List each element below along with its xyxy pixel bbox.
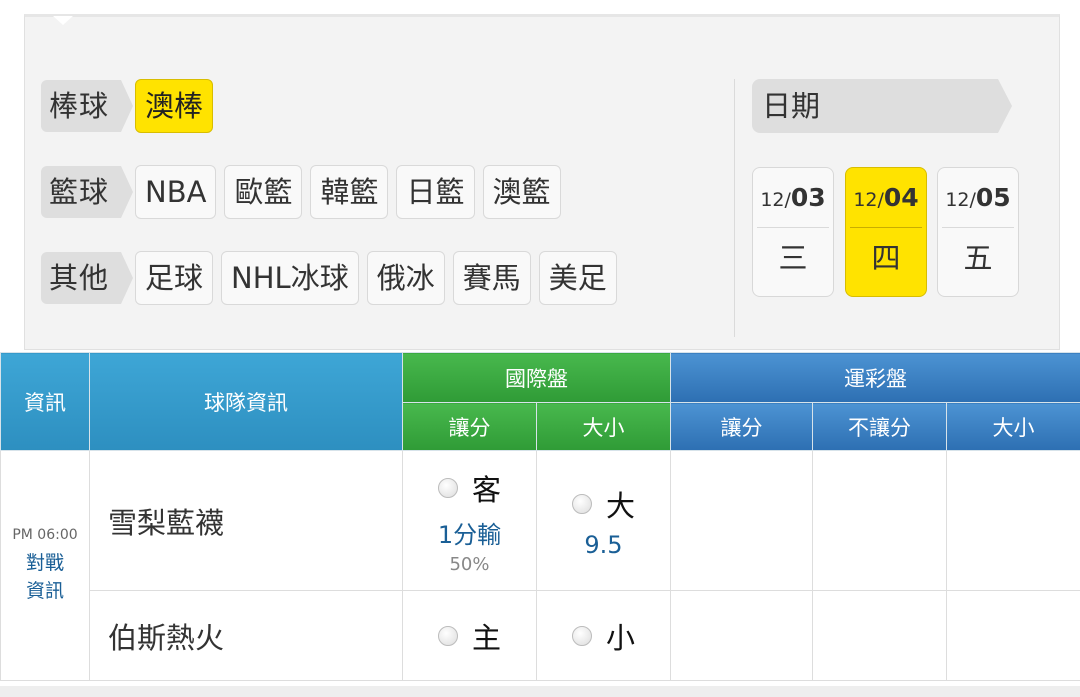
lottery-total-cell: [945, 450, 1080, 591]
date-button-1205[interactable]: 12/05 五: [937, 167, 1019, 297]
basketball-row: 籃球 NBA 歐籃 韓籃 日籃 澳籃: [41, 165, 569, 219]
matchup-link-line1: 對戰: [25, 551, 64, 574]
chip-korea-basketball[interactable]: 韓籃: [310, 165, 389, 219]
header-lottery-nospread: 不讓分: [812, 402, 947, 451]
header-team-info: 球隊資訊: [89, 352, 403, 451]
match-info-cell: PM 06:00 對戰 資訊: [0, 450, 90, 681]
spread-percentage: 50%: [449, 553, 490, 575]
intl-total-over-cell: 大 9.5: [536, 450, 671, 591]
radio-button[interactable]: [571, 625, 592, 646]
lottery-spread-cell: [670, 450, 813, 591]
chip-soccer[interactable]: 足球: [135, 251, 214, 305]
baseball-row: 棒球 澳棒: [41, 79, 221, 133]
total-line: 9.5: [584, 530, 623, 559]
header-intl-spread: 讓分: [402, 402, 537, 451]
date-text: 12/03: [757, 168, 829, 228]
weekday-label: 五: [963, 241, 993, 275]
other-row: 其他 足球 NHL冰球 俄冰 賽馬 美足: [41, 251, 625, 305]
lottery-total-cell: [945, 590, 1080, 681]
under-label: 小: [605, 620, 635, 655]
intl-spread-home-cell: 主: [402, 590, 537, 681]
header-lottery-total: 大小: [945, 402, 1080, 451]
odds-table: 資訊 球隊資訊 國際盤 運彩盤 讓分 大小 讓分 不讓分 大小 PM 06:00…: [0, 352, 1080, 681]
date-text: 12/05: [942, 168, 1014, 228]
spread-line: 1分輸: [437, 520, 502, 549]
chip-nhl-hockey[interactable]: NHL冰球: [221, 251, 359, 305]
header-info: 資訊: [0, 352, 90, 451]
away-team-name[interactable]: 雪梨藍襪: [89, 450, 403, 591]
intl-total-over-option[interactable]: 大: [571, 483, 635, 525]
filter-panel: 棒球 澳棒 籃球 NBA 歐籃 韓籃 日籃 澳籃 其他 足球 NHL冰球 俄冰 …: [24, 14, 1060, 350]
header-lottery-spread: 讓分: [670, 402, 813, 451]
home-label: 主: [471, 620, 501, 655]
matchup-link-line2: 資訊: [25, 579, 64, 602]
away-label: 客: [471, 472, 501, 507]
chip-aus-baseball[interactable]: 澳棒: [135, 79, 214, 133]
panel-divider: [734, 79, 735, 337]
table-row: PM 06:00 對戰 資訊 雪梨藍襪 客 1分輸 50% 大 9.5: [0, 450, 1080, 681]
panel-notch: [53, 16, 73, 25]
intl-spread-away-option[interactable]: 客: [437, 467, 501, 509]
header-intl-total: 大小: [536, 402, 671, 451]
over-label: 大: [605, 488, 635, 523]
date-text: 12/04: [850, 168, 922, 228]
radio-button[interactable]: [571, 493, 592, 514]
chip-euro-basketball[interactable]: 歐籃: [224, 165, 303, 219]
table-row: 伯斯熱火 主 小: [1, 590, 1080, 681]
radio-button[interactable]: [437, 625, 458, 646]
radio-button[interactable]: [437, 477, 458, 498]
lottery-nospread-cell: [812, 590, 947, 681]
lottery-spread-cell: [670, 590, 813, 681]
header-lottery-odds: 運彩盤: [669, 352, 1080, 403]
bottom-bar: [0, 686, 1080, 697]
intl-spread-home-option[interactable]: 主: [437, 615, 501, 657]
match-time: PM 06:00: [12, 526, 78, 543]
date-button-1204[interactable]: 12/04 四: [845, 167, 927, 297]
date-label: 日期: [752, 79, 1012, 133]
chip-russia-hockey[interactable]: 俄冰: [366, 251, 445, 305]
chip-nba[interactable]: NBA: [135, 165, 217, 219]
category-other: 其他: [41, 252, 134, 304]
chip-japan-basketball[interactable]: 日籃: [396, 165, 475, 219]
matchup-info-link[interactable]: 對戰 資訊: [1, 549, 89, 605]
intl-spread-away-cell: 客 1分輸 50%: [402, 450, 537, 591]
category-basketball: 籃球: [41, 166, 134, 218]
lottery-nospread-cell: [812, 450, 947, 591]
intl-total-under-option[interactable]: 小: [571, 615, 635, 657]
header-intl-odds: 國際盤: [402, 352, 671, 403]
date-button-1203[interactable]: 12/03 三: [752, 167, 834, 297]
chip-horse-racing[interactable]: 賽馬: [452, 251, 531, 305]
weekday-label: 三: [778, 241, 808, 275]
weekday-label: 四: [871, 241, 901, 275]
home-team-name[interactable]: 伯斯熱火: [89, 590, 403, 681]
chip-aus-basketball[interactable]: 澳籃: [482, 165, 561, 219]
intl-total-under-cell: 小: [536, 590, 671, 681]
category-baseball: 棒球: [41, 80, 134, 132]
chip-american-football[interactable]: 美足: [538, 251, 617, 305]
